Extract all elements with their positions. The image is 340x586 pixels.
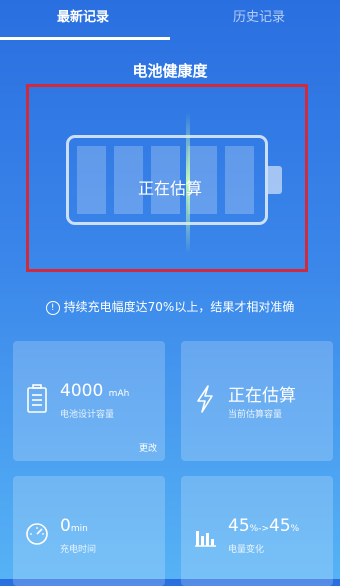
design-capacity-unit: mAh <box>108 389 130 399</box>
tab-latest-records[interactable]: 最新记录 <box>57 8 109 28</box>
record-tabs: 最新记录 历史记录 <box>0 0 340 44</box>
change-capacity-button[interactable]: 更改 <box>139 441 157 454</box>
current-capacity-label: 当前估算容量 <box>228 410 283 420</box>
lightning-icon <box>197 385 213 413</box>
design-capacity-label: 电池设计容量 <box>60 410 115 420</box>
current-capacity-card: 正在估算 当前估算容量 <box>181 341 333 461</box>
charge-change-card: 45%->45% 电量变化 <box>181 476 333 586</box>
charge-time-label: 充电时间 <box>60 545 97 555</box>
charge-change-value: 45%->45% <box>228 516 299 536</box>
charge-from-number: 45 <box>228 516 250 536</box>
charge-from-unit: % <box>249 524 259 534</box>
active-tab-indicator <box>0 37 170 40</box>
charge-time-card: 0min 充电时间 <box>13 476 165 586</box>
accuracy-tip: ! 持续充电幅度达70%以上，结果才相对准确 <box>0 298 340 315</box>
bar-chart-icon <box>195 531 216 547</box>
current-capacity-value: 正在估算 <box>228 386 296 406</box>
charge-change-label: 电量变化 <box>228 545 265 555</box>
battery-icon <box>27 384 47 413</box>
charge-to-unit: % <box>290 524 300 534</box>
tab-history-records[interactable]: 历史记录 <box>233 8 285 28</box>
charge-to-number: 45 <box>269 516 291 536</box>
design-capacity-number: 4000 <box>60 381 104 401</box>
accuracy-tip-text: 持续充电幅度达70%以上，结果才相对准确 <box>63 300 295 314</box>
charge-arrow: -> <box>258 524 269 534</box>
charge-time-value: 0min <box>60 516 88 536</box>
info-icon: ! <box>45 301 60 315</box>
design-capacity-card: 4000 mAh 电池设计容量 更改 <box>13 341 165 461</box>
page-title: 电池健康度 <box>132 62 208 80</box>
speedometer-icon <box>26 523 48 545</box>
charge-time-number: 0 <box>60 516 71 536</box>
battery-status-text: 正在估算 <box>137 179 202 198</box>
design-capacity-value: 4000 mAh <box>60 381 129 401</box>
charge-time-unit: min <box>70 524 88 534</box>
